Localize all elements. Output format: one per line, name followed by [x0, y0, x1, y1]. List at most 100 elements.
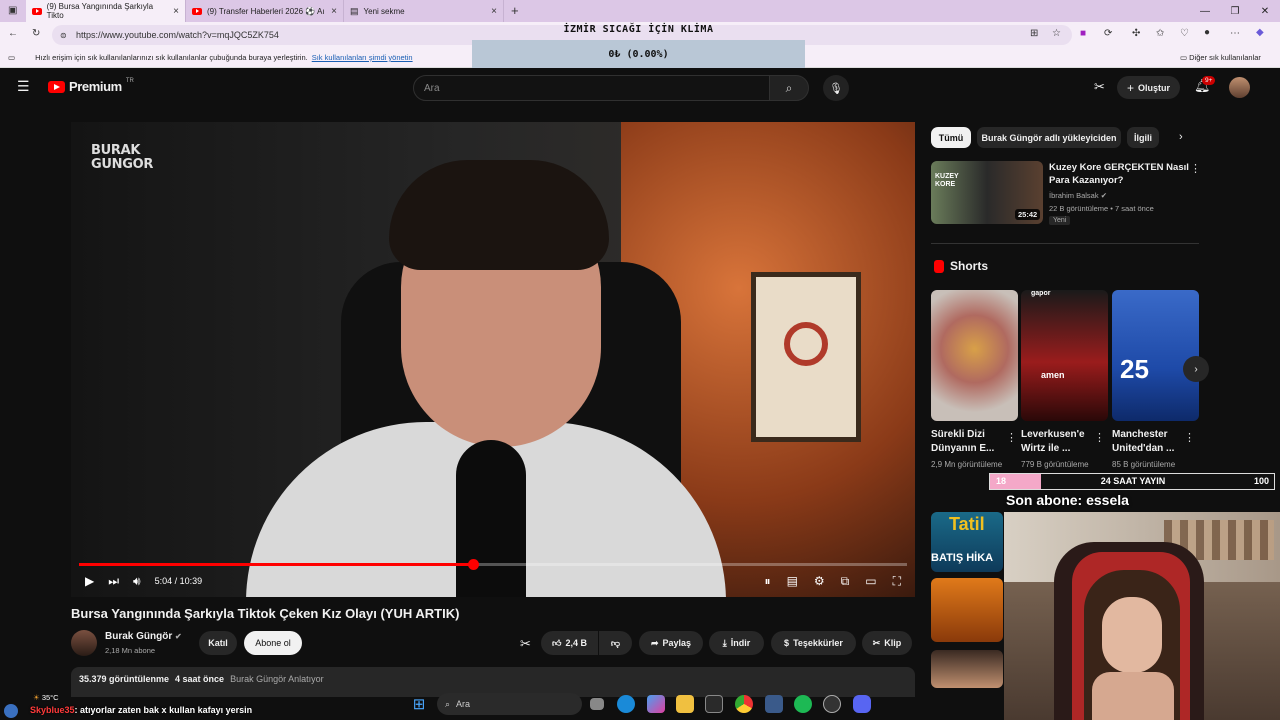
- windows-start-icon[interactable]: ⊞: [410, 695, 428, 713]
- close-tab-icon[interactable]: ×: [331, 6, 337, 17]
- voice-search-button[interactable]: 🎙︎: [823, 75, 849, 101]
- next-icon[interactable]: ⏭︎: [108, 574, 119, 589]
- extensions-icon[interactable]: ✣: [1132, 28, 1140, 39]
- more-vert-icon[interactable]: ⋮: [1190, 162, 1201, 175]
- chip-all[interactable]: Tümü: [931, 127, 971, 148]
- spotify-icon[interactable]: [794, 695, 812, 713]
- new-tab-button[interactable]: +: [511, 3, 519, 18]
- theater-mode-icon[interactable]: ▭: [865, 574, 876, 588]
- settings-gear-icon[interactable]: ⚙: [814, 574, 825, 588]
- manage-favorites-link[interactable]: Sık kullanılanları şimdi yönetin: [312, 53, 413, 62]
- app-icon[interactable]: [765, 695, 783, 713]
- short-title-2[interactable]: Leverkusen'e Wirtz ile ...: [1021, 428, 1093, 456]
- dislike-button[interactable]: 👎︎: [599, 631, 632, 655]
- file-explorer-icon[interactable]: [676, 695, 694, 713]
- progress-bar[interactable]: [79, 559, 907, 570]
- taskbar-search[interactable]: ⌕ Ara: [437, 693, 582, 715]
- other-favorites-folder[interactable]: ▭ Diğer sık kullanılanlar: [1180, 53, 1261, 62]
- close-tab-icon[interactable]: ×: [491, 6, 497, 17]
- video-thumbnail-tatil[interactable]: Tatil BATIŞ HİKA: [931, 512, 1003, 572]
- minimize-icon[interactable]: —: [1190, 0, 1220, 22]
- shorts-next-button[interactable]: ›: [1183, 356, 1209, 382]
- favorites-icon[interactable]: ✩: [1156, 28, 1164, 39]
- like-button[interactable]: 👍︎ 2,4 B: [541, 631, 598, 655]
- store-icon[interactable]: [705, 695, 723, 713]
- share-button[interactable]: ➦ Paylaş: [639, 631, 703, 655]
- tab-new[interactable]: ▤ Yeni sekme ×: [344, 0, 504, 22]
- close-tab-icon[interactable]: ×: [173, 6, 179, 17]
- refresh-ext-icon[interactable]: ⟳: [1104, 28, 1112, 39]
- video-thumbnail-woman[interactable]: [931, 650, 1003, 688]
- read-aloud-icon[interactable]: ⊞: [1030, 28, 1038, 39]
- search-input[interactable]: Ara: [413, 75, 770, 101]
- short-badge: gapor: [1031, 290, 1051, 297]
- short-thumbnail-3[interactable]: 25: [1112, 290, 1199, 421]
- short-title-1[interactable]: Sürekli Dizi Dünyanın E...: [931, 428, 1003, 456]
- subtitles-icon[interactable]: ▤: [787, 574, 798, 588]
- thanks-button[interactable]: $ Teşekkürler: [771, 631, 856, 655]
- favorite-star-icon[interactable]: ☆: [1052, 28, 1061, 39]
- search-icon: ⌕: [445, 698, 451, 709]
- channel-avatar[interactable]: [71, 630, 97, 656]
- recommended-channel[interactable]: İbrahim Balsak ✔: [1049, 191, 1107, 200]
- menu-icon[interactable]: ☰: [17, 78, 30, 95]
- subscribe-button[interactable]: Abone ol: [244, 631, 302, 655]
- download-button[interactable]: ⤓ İndir: [709, 631, 764, 655]
- restore-icon[interactable]: ❐: [1220, 0, 1250, 22]
- extension-icon[interactable]: ■: [1080, 28, 1086, 39]
- chip-related[interactable]: İlgili: [1127, 127, 1159, 148]
- search-button[interactable]: ⌕: [769, 75, 809, 101]
- chat-avatar-icon: [4, 704, 18, 718]
- obs-icon[interactable]: [823, 695, 841, 713]
- more-vert-icon[interactable]: ⋮: [1094, 431, 1105, 444]
- autoplay-toggle-icon[interactable]: ⏸︎: [765, 574, 771, 589]
- chip-from-uploader[interactable]: Burak Güngör adlı yükleyiciden: [977, 127, 1121, 148]
- volume-icon[interactable]: 🔊︎: [133, 574, 141, 589]
- profile-icon[interactable]: ●: [1204, 27, 1210, 38]
- task-view-icon[interactable]: [590, 698, 604, 710]
- copilot-app-icon[interactable]: [647, 695, 665, 713]
- more-vert-icon[interactable]: ⋮: [1184, 431, 1195, 444]
- player-controls: ▶ ⏭︎ 🔊︎ 5:04 / 10:39 ⏸︎ ▤ ⚙ ⧉ ▭ ⛶: [71, 568, 915, 594]
- close-window-icon[interactable]: ✕: [1250, 0, 1280, 22]
- tab-actions-icon[interactable]: ▣: [8, 5, 17, 16]
- miniplayer-icon[interactable]: ⧉: [841, 574, 850, 589]
- tab-bursa[interactable]: (9) Bursa Yangınında Şarkıyla Tikto ×: [26, 0, 186, 22]
- fullscreen-icon[interactable]: ⛶: [893, 574, 901, 589]
- youtube-logo[interactable]: Premium TR: [48, 78, 134, 94]
- back-icon[interactable]: ←: [8, 28, 18, 39]
- tab-transfer[interactable]: (9) Transfer Haberleri 2026 ⚽ Aı ×: [186, 0, 344, 22]
- download-icon: ⤓: [722, 637, 727, 648]
- short-jersey-number: 25: [1120, 354, 1149, 384]
- recommended-title[interactable]: Kuzey Kore GERÇEKTEN Nasıl Para Kazanıyo…: [1049, 161, 1189, 187]
- microphone-icon: 🎙︎: [829, 82, 843, 95]
- more-vert-icon[interactable]: ⋮: [1006, 431, 1017, 444]
- reload-icon[interactable]: ↻: [32, 28, 40, 39]
- chat-username: Skyblue35: [30, 705, 75, 715]
- join-button[interactable]: Katıl: [199, 631, 237, 655]
- clip-star-icon[interactable]: ✂: [520, 636, 531, 652]
- share-icon: ➦: [650, 637, 659, 648]
- account-avatar[interactable]: [1229, 77, 1250, 98]
- rec-thumb-text: KUZEY KORE: [935, 173, 959, 188]
- clip-button[interactable]: ✂ Klip: [862, 631, 912, 655]
- channel-name[interactable]: Burak Güngör ✔: [105, 631, 182, 642]
- discord-icon[interactable]: [853, 695, 871, 713]
- short-title-3[interactable]: Manchester United'dan ...: [1112, 428, 1184, 456]
- video-player[interactable]: BURAK GUNGOR ▶ ⏭︎ 🔊︎ 5:04 / 10:39 ⏸︎ ▤ ⚙…: [71, 122, 915, 597]
- chrome-icon[interactable]: [735, 695, 753, 713]
- clip-icon[interactable]: ✂: [1094, 79, 1105, 95]
- play-icon[interactable]: ▶: [85, 574, 94, 588]
- short-thumbnail-1[interactable]: [931, 290, 1018, 421]
- video-thumbnail-sunset[interactable]: [931, 578, 1003, 642]
- chevron-right-icon[interactable]: ›: [1179, 131, 1183, 143]
- collections-icon[interactable]: ♡: [1180, 28, 1189, 39]
- short-thumbnail-2[interactable]: gapor amen: [1021, 290, 1108, 421]
- video-title: Bursa Yangınında Şarkıyla Tiktok Çeken K…: [71, 606, 460, 621]
- create-button[interactable]: + Oluştur: [1117, 76, 1180, 99]
- edge-icon[interactable]: [617, 695, 635, 713]
- more-icon[interactable]: ⋯: [1230, 28, 1240, 39]
- site-info-icon[interactable]: ⊜: [60, 31, 67, 40]
- weather-widget[interactable]: ☀ 35°C: [33, 693, 59, 702]
- copilot-icon[interactable]: ◆: [1256, 27, 1264, 38]
